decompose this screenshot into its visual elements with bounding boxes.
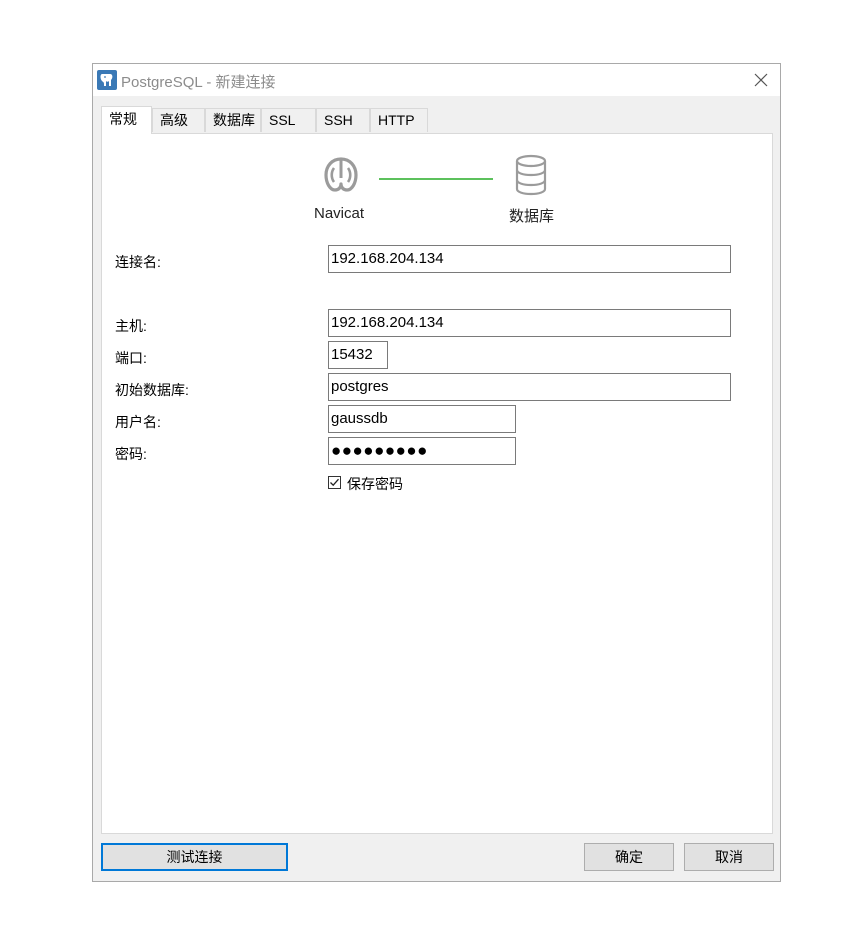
username-input[interactable]: gaussdb <box>328 405 516 433</box>
initial-database-input[interactable]: postgres <box>328 373 731 401</box>
save-password-checkbox[interactable] <box>328 476 341 489</box>
new-connection-dialog: PostgreSQL - 新建连接 常规 高级 数据库 SSL SSH HTTP <box>92 63 781 882</box>
connection-name-label: 连接名: <box>115 254 161 270</box>
connection-name-input[interactable]: 192.168.204.134 <box>328 245 731 273</box>
tab-database[interactable]: 数据库 <box>205 108 261 132</box>
tab-general[interactable]: 常规 <box>101 106 152 134</box>
host-label: 主机: <box>115 318 147 334</box>
navicat-icon <box>320 154 362 196</box>
general-tab-panel: Navicat 数据库 连接名: 192.168.204.134 主机: 192… <box>101 133 773 834</box>
database-label: 数据库 <box>509 208 555 225</box>
port-label: 端口: <box>115 350 147 366</box>
password-input[interactable]: ●●●●●●●●● <box>328 437 516 465</box>
username-label: 用户名: <box>115 414 161 430</box>
database-icon <box>514 154 548 196</box>
tab-ssh[interactable]: SSH <box>316 108 370 132</box>
tab-http[interactable]: HTTP <box>370 108 428 132</box>
password-label: 密码: <box>115 446 147 462</box>
tab-advanced[interactable]: 高级 <box>152 108 205 132</box>
tab-ssl[interactable]: SSL <box>261 108 316 132</box>
window-title: PostgreSQL - 新建连接 <box>121 74 276 91</box>
title-bar: PostgreSQL - 新建连接 <box>93 64 780 96</box>
navicat-label: Navicat <box>314 205 365 222</box>
close-icon[interactable] <box>752 71 770 89</box>
test-connection-button[interactable]: 测试连接 <box>101 843 288 871</box>
save-password-label: 保存密码 <box>347 476 403 492</box>
cancel-button[interactable]: 取消 <box>684 843 774 871</box>
initial-database-label: 初始数据库: <box>115 382 189 398</box>
postgresql-app-icon <box>97 70 117 90</box>
connection-line <box>379 178 493 180</box>
host-input[interactable]: 192.168.204.134 <box>328 309 731 337</box>
ok-button[interactable]: 确定 <box>584 843 674 871</box>
port-input[interactable]: 15432 <box>328 341 388 369</box>
